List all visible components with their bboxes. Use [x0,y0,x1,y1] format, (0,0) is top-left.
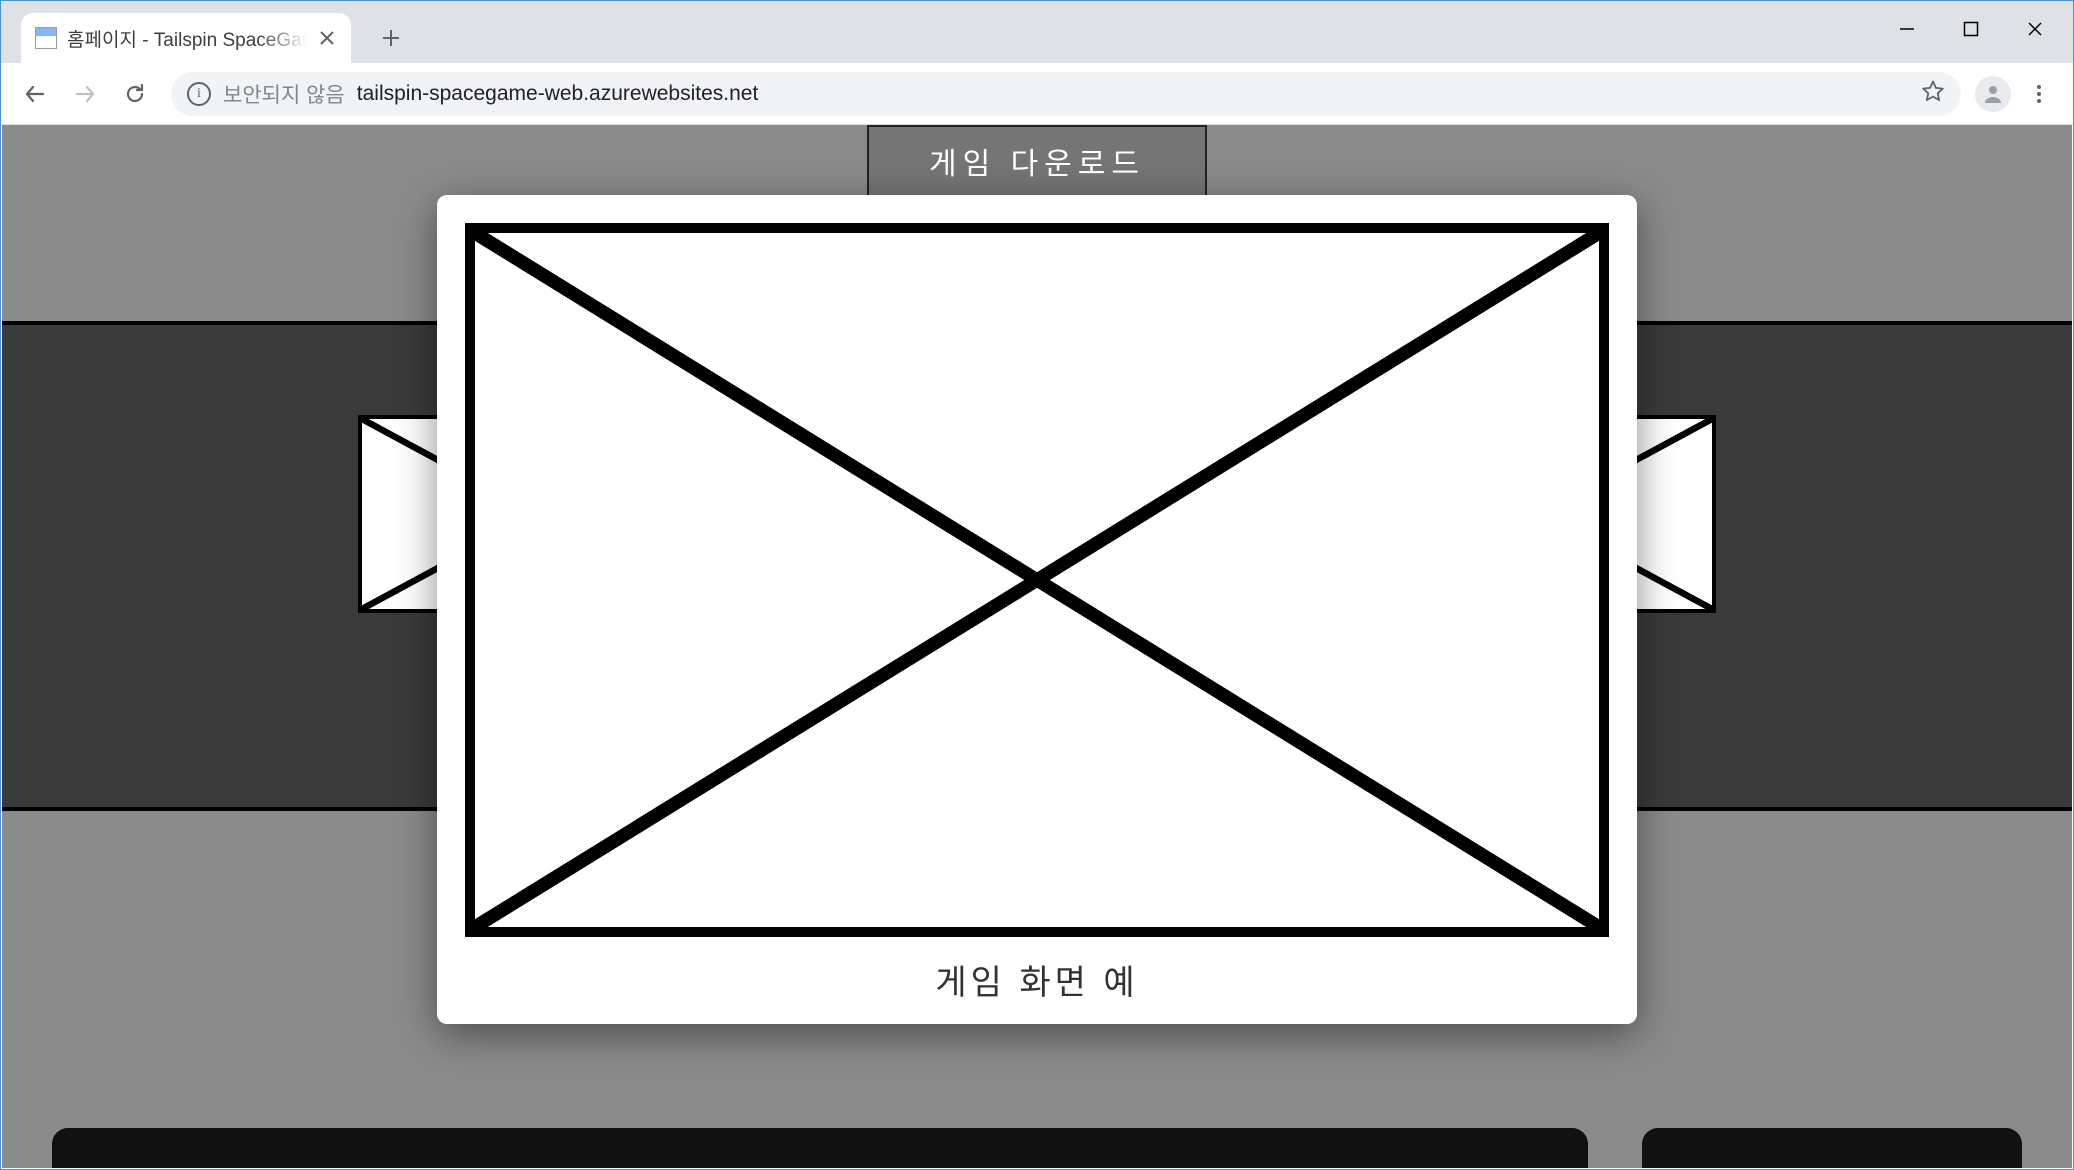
info-icon[interactable]: i [187,82,211,106]
close-icon [2027,21,2043,37]
minimize-icon [1899,21,1915,37]
reload-button[interactable] [113,72,157,116]
forward-button[interactable] [63,72,107,116]
minimize-button[interactable] [1875,7,1939,51]
new-tab-button[interactable] [371,18,411,58]
browser-menu-button[interactable] [2017,72,2061,116]
url-text: tailspin-spacegame-web.azurewebsites.net [357,82,759,106]
modal-image [465,223,1609,937]
close-icon [320,31,334,45]
maximize-button[interactable] [1939,7,2003,51]
plus-icon [382,29,400,47]
kebab-icon [2027,82,2051,106]
titlebar: 홈페이지 - Tailspin SpaceGame [1,1,2073,63]
arrow-left-icon [23,82,47,106]
close-window-button[interactable] [2003,7,2067,51]
reload-icon [123,82,147,106]
star-icon [1921,79,1945,103]
browser-tab[interactable]: 홈페이지 - Tailspin SpaceGame [21,13,351,63]
tab-title: 홈페이지 - Tailspin SpaceGame [67,25,307,52]
address-bar[interactable]: i 보안되지 않음 tailspin-spacegame-web.azurewe… [171,72,1961,116]
security-label: 보안되지 않음 [223,79,345,109]
close-tab-button[interactable] [317,28,337,48]
favicon-icon [35,27,57,49]
arrow-right-icon [73,82,97,106]
window-controls [1875,1,2073,63]
profile-button[interactable] [1975,76,2011,112]
screenshot-modal: 게임 화면 예 [437,195,1637,1024]
modal-caption: 게임 화면 예 [465,955,1609,1004]
browser-window: 홈페이지 - Tailspin SpaceGame [0,0,2074,1170]
bookmark-button[interactable] [1921,79,1945,109]
person-icon [1981,82,2005,106]
modal-backdrop[interactable]: 게임 화면 예 [2,125,2072,1168]
toolbar: i 보안되지 않음 tailspin-spacegame-web.azurewe… [1,63,2073,125]
maximize-icon [1963,21,1979,37]
page-viewport: 게임 다운로드 게임 화면 예 [2,125,2072,1168]
tab-strip: 홈페이지 - Tailspin SpaceGame [1,1,411,63]
placeholder-image-icon [475,233,1599,927]
back-button[interactable] [13,72,57,116]
